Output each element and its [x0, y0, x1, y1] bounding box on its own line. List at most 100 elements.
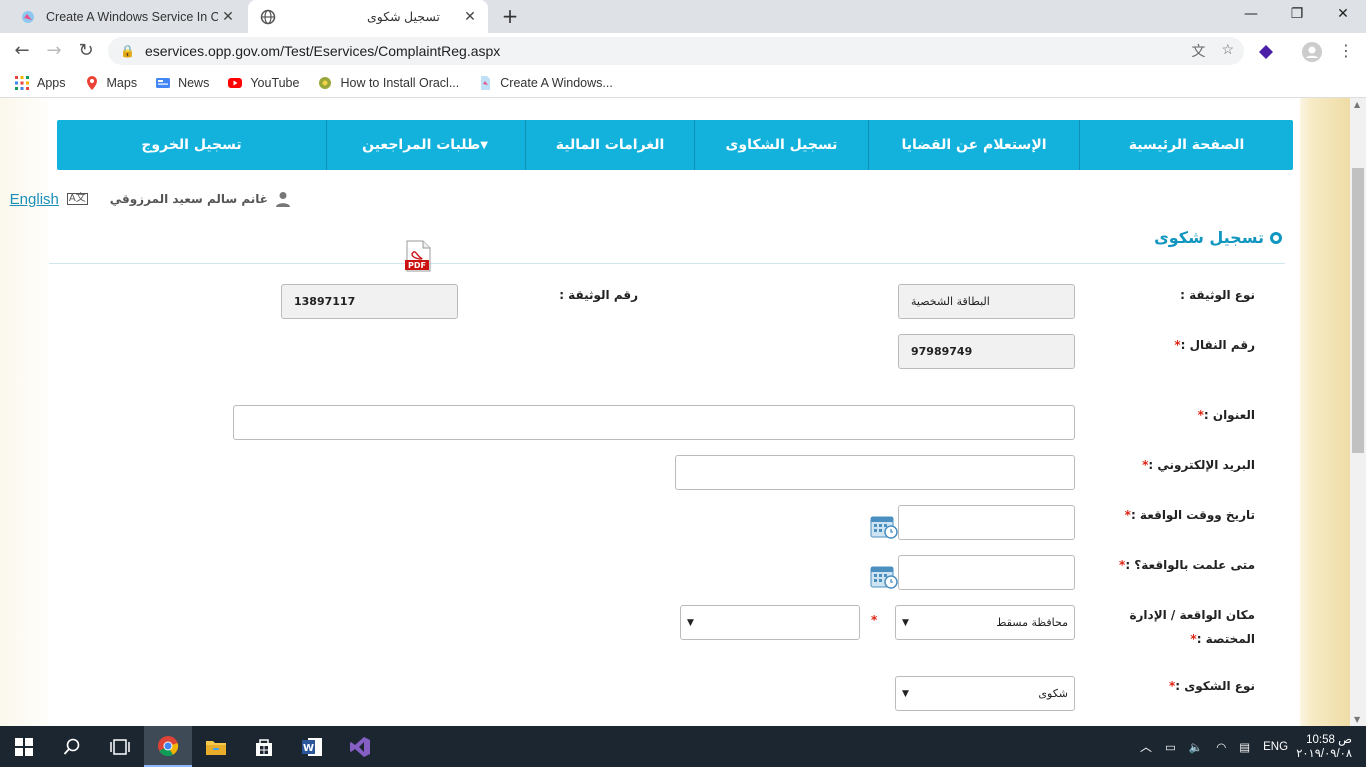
bookmarks-bar: Apps Maps News YouTube How to Install Or… [0, 69, 1366, 98]
nav-home[interactable]: الصفحة الرئيسية [1079, 120, 1293, 170]
dropdown-arrow-icon: ▼ [687, 617, 694, 628]
language-icon: A文 [66, 193, 88, 205]
browser-tab-strip: Create A Windows Service In C# ✕ تسجيل ش… [0, 0, 1366, 33]
close-window-icon[interactable]: ✕ [1320, 0, 1366, 30]
address-label: العنوان :* [1197, 408, 1255, 422]
profile-avatar-icon[interactable] [1302, 42, 1322, 62]
user-icon [276, 192, 290, 207]
menu-icon[interactable]: ⋮ [1332, 37, 1360, 65]
nav-fines[interactable]: الغرامات المالية [525, 120, 694, 170]
bookmark-apps[interactable]: Apps [14, 75, 66, 91]
windows-taskbar: W ︿ ▭ 🔈 ◠ ▤ ENG 10:58 ص ٢٠١٩/٠٩/٠٨ [0, 726, 1366, 767]
file-explorer-icon[interactable] [192, 726, 240, 767]
system-tray: ︿ ▭ 🔈 ◠ ▤ ENG [1140, 726, 1288, 767]
language-indicator[interactable]: ENG [1263, 741, 1288, 753]
clock[interactable]: 10:58 ص ٢٠١٩/٠٩/٠٨ [1296, 726, 1352, 767]
scrollbar-thumb[interactable] [1352, 168, 1364, 453]
bookmark-maps[interactable]: Maps [84, 75, 137, 91]
nav-requests[interactable]: طلبات المراجعين ▼ [326, 120, 525, 170]
doc-type-field[interactable]: البطاقة الشخصية [898, 284, 1075, 319]
back-icon[interactable]: ← [8, 37, 36, 65]
close-tab-icon[interactable]: ✕ [218, 8, 238, 25]
main-navigation: الصفحة الرئيسية الإستعلام عن القضايا تسج… [57, 120, 1293, 170]
calendar-icon[interactable] [870, 565, 898, 589]
bookmark-news[interactable]: News [155, 75, 209, 91]
scroll-down-icon[interactable]: ▼ [1354, 715, 1360, 724]
mobile-field[interactable]: 97989749 [898, 334, 1075, 369]
page-icon [481, 76, 491, 90]
language-switch-link[interactable]: English [10, 191, 59, 208]
tab-title: تسجيل شكوى [366, 10, 440, 24]
incident-datetime-input[interactable] [898, 505, 1075, 540]
nav-logout[interactable]: تسجيل الخروج [57, 120, 326, 170]
maximize-icon[interactable]: ❐ [1274, 0, 1320, 30]
location-label-line2: المختصة :* [1190, 632, 1255, 646]
notification-icon[interactable]: ▤ [1239, 740, 1250, 754]
complaint-type-label: نوع الشكوى :* [1169, 679, 1255, 693]
minimize-icon[interactable]: — [1228, 0, 1274, 30]
store-icon[interactable] [240, 726, 288, 767]
incident-datetime-label: تاريخ ووقت الواقعة :* [1124, 508, 1255, 522]
star-icon[interactable]: ☆ [1221, 41, 1234, 61]
scroll-up-icon[interactable]: ▲ [1354, 100, 1360, 109]
extension-icon[interactable] [1258, 44, 1274, 60]
url-text: eservices.opp.gov.om/Test/Eservices/Comp… [144, 43, 501, 59]
doc-type-label: نوع الوثيقة : [1180, 288, 1255, 302]
translate-icon[interactable]: 文 [1191, 41, 1205, 61]
bookmark-oracle[interactable]: How to Install Oracl... [317, 75, 459, 91]
page-viewport: الصفحة الرئيسية الإستعلام عن القضايا تسج… [0, 98, 1350, 726]
dropdown-arrow-icon: ▼ [902, 688, 909, 699]
date-text: ٢٠١٩/٠٩/٠٨ [1296, 747, 1352, 760]
new-tab-icon[interactable]: + [498, 4, 522, 28]
governorate-select[interactable]: ▼ محافظة مسقط [895, 605, 1075, 640]
browser-tab-1[interactable]: Create A Windows Service In C# ✕ [8, 0, 246, 33]
title-bullet-icon [1270, 231, 1282, 244]
address-input[interactable] [233, 405, 1075, 440]
required-mark: * [871, 613, 878, 627]
divider [49, 263, 1285, 264]
apps-grid-icon [15, 76, 29, 90]
bookmark-create-windows[interactable]: Create A Windows... [477, 75, 613, 91]
nav-case-inquiry[interactable]: الإستعلام عن القضايا [868, 120, 1079, 170]
doc-number-label: رقم الوثيقة : [559, 288, 638, 302]
known-when-label: متى علمت بالواقعة؟ :* [1119, 558, 1255, 572]
page-scrollbar[interactable]: ▲ ▼ [1350, 98, 1366, 726]
tab-title: Create A Windows Service In C# [46, 9, 218, 24]
doc-number-field[interactable]: 13897117 [281, 284, 458, 319]
calendar-icon[interactable] [870, 515, 898, 539]
department-select[interactable]: ▼ [680, 605, 860, 640]
chrome-taskbar-icon[interactable] [144, 726, 192, 767]
nav-complaints[interactable]: تسجيل الشكاوى [694, 120, 868, 170]
visual-studio-icon[interactable] [336, 726, 384, 767]
location-label: مكان الواقعة / الإدارة [1129, 608, 1255, 622]
maps-icon [86, 76, 97, 90]
address-bar[interactable]: 🔒 eservices.opp.gov.om/Test/Eservices/Co… [108, 37, 1244, 65]
forward-icon[interactable]: → [40, 37, 68, 65]
reload-icon[interactable]: ↻ [72, 37, 100, 65]
email-label: البريد الإلكتروني :* [1142, 458, 1255, 472]
pdf-icon[interactable]: PDF [404, 240, 432, 272]
speaker-icon[interactable]: 🔈 [1189, 740, 1203, 754]
known-when-input[interactable] [898, 555, 1075, 590]
complaint-type-select[interactable]: ▼ شكوى [895, 676, 1075, 711]
close-tab-icon[interactable]: ✕ [460, 8, 480, 25]
caret-down-icon: ▼ [480, 139, 488, 151]
network-adapter-icon[interactable]: ▭ [1165, 740, 1176, 754]
windows-start-icon[interactable] [0, 726, 48, 767]
tray-chevron-icon[interactable]: ︿ [1140, 738, 1152, 755]
word-icon[interactable]: W [288, 726, 336, 767]
youtube-icon [228, 78, 243, 88]
oracle-icon [319, 77, 332, 89]
bookmark-youtube[interactable]: YouTube [227, 75, 299, 91]
search-icon[interactable] [48, 726, 96, 767]
email-input[interactable] [675, 455, 1075, 490]
browser-tab-2-active[interactable]: تسجيل شكوى ✕ [248, 0, 488, 33]
dropdown-arrow-icon: ▼ [902, 617, 909, 628]
wifi-icon[interactable]: ◠ [1216, 740, 1226, 754]
svg-text:PDF: PDF [408, 261, 426, 270]
tab-favicon-icon [22, 10, 34, 23]
page-content: الصفحة الرئيسية الإستعلام عن القضايا تسج… [10, 98, 1300, 726]
lock-icon: 🔒 [120, 44, 135, 58]
globe-icon [260, 9, 276, 24]
task-view-icon[interactable] [96, 726, 144, 767]
